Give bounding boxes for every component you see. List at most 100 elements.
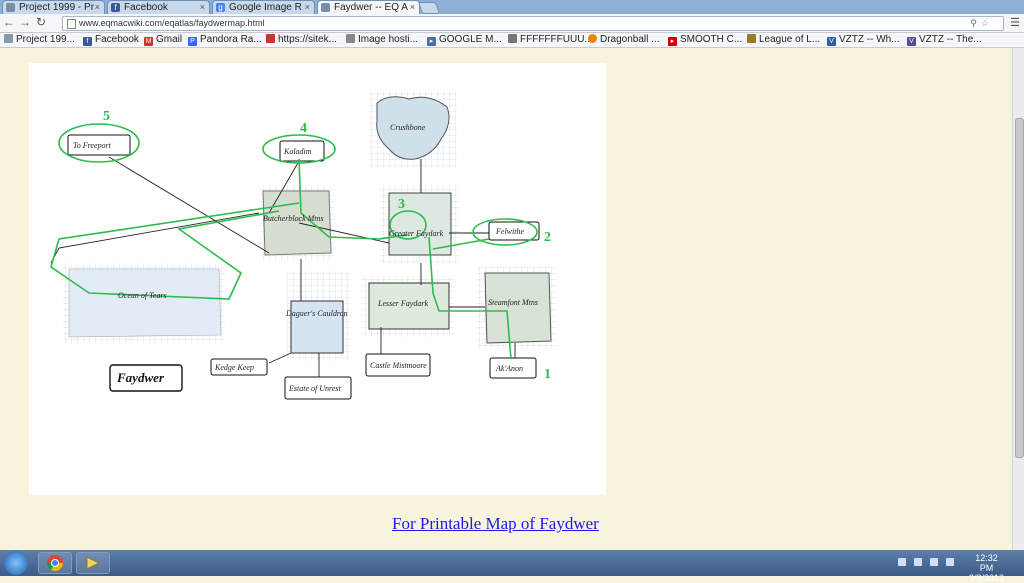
route-number-4: 4 bbox=[300, 121, 307, 136]
bookmark-label: VZTZ -- Wh... bbox=[839, 34, 900, 45]
bookmark-label: Image hosti... bbox=[358, 34, 419, 45]
bookmarks-bar: Project 199... f Facebook M Gmail P Pandora… bbox=[0, 33, 1024, 48]
zone-label-kedge-keep: Kedge Keep bbox=[214, 363, 254, 372]
tab-facebook[interactable]: f Facebook × bbox=[107, 0, 210, 14]
zone-label-crushbone: Crushbone bbox=[390, 123, 426, 132]
ball-icon bbox=[588, 34, 597, 43]
app-taskbar-button[interactable] bbox=[76, 552, 110, 574]
faydwer-map: Crushbone Kaladim To Freeport Butcherblo… bbox=[29, 63, 606, 495]
tab-label: Google Image R bbox=[229, 2, 302, 13]
app-icon bbox=[86, 556, 101, 570]
bookmark-label: Project 199... bbox=[16, 34, 75, 45]
bookmark-item[interactable]: Image hosti... bbox=[346, 33, 418, 47]
image-icon bbox=[346, 34, 355, 43]
clock-date: 2/8/2013 bbox=[968, 573, 1004, 583]
bookmark-item[interactable]: f Facebook bbox=[83, 33, 139, 47]
bookmark-label: Facebook bbox=[95, 34, 139, 45]
chrome-icon bbox=[46, 555, 64, 572]
route-number-1: 1 bbox=[544, 367, 551, 382]
close-icon[interactable]: × bbox=[410, 1, 415, 14]
bookmark-item[interactable]: M Gmail bbox=[144, 33, 182, 47]
bookmark-item[interactable]: ▸ SMOOTH C... bbox=[668, 33, 742, 47]
map-drawing: Crushbone Kaladim To Freeport Butcherblo… bbox=[50, 91, 557, 400]
arrow-icon: ▸ bbox=[427, 37, 436, 46]
bookmark-item[interactable]: Project 199... bbox=[4, 33, 75, 47]
crown-icon bbox=[747, 34, 756, 43]
tab-label: Project 1999 - Pr bbox=[19, 2, 95, 13]
zone-label-castle-mistmoore: Castle Mistmoore bbox=[370, 361, 427, 370]
bookmark-star-icon[interactable]: ☆ bbox=[981, 17, 989, 30]
bookmark-label: SMOOTH C... bbox=[680, 34, 743, 45]
pandora-icon: P bbox=[188, 37, 197, 46]
chrome-taskbar-button[interactable] bbox=[38, 552, 72, 574]
zone-label-ak-anon: Ak'Anon bbox=[495, 364, 523, 373]
reload-icon[interactable]: ↻ bbox=[34, 15, 48, 30]
face-icon bbox=[508, 34, 517, 43]
youtube-icon: ▸ bbox=[668, 37, 677, 46]
address-bar[interactable]: www.eqmacwiki.com/eqatlas/faydwermap.htm… bbox=[62, 16, 1004, 31]
zone-label-ocean-of-tears: Ocean of Tears bbox=[118, 291, 167, 300]
scrollbar-thumb[interactable] bbox=[1015, 118, 1024, 458]
zone-label-lesser-faydark: Lesser Faydark bbox=[377, 299, 428, 308]
browser-toolbar: ← → ↻ www.eqmacwiki.com/eqatlas/faydwerm… bbox=[0, 14, 1024, 33]
map-title: Faydwer bbox=[116, 370, 165, 385]
bookmark-label: Pandora Ra... bbox=[200, 34, 262, 45]
zone-label-estate-of-unrest: Estate of Unrest bbox=[288, 384, 341, 393]
bookmark-label: https://sitek... bbox=[278, 34, 337, 45]
bookmark-label: Gmail bbox=[156, 34, 183, 45]
bookmark-item[interactable]: P Pandora Ra... bbox=[188, 33, 262, 47]
zone-label-to-freeport: To Freeport bbox=[73, 141, 112, 150]
tab-project1999[interactable]: Project 1999 - Pr × bbox=[2, 0, 105, 14]
back-icon[interactable]: ← bbox=[2, 15, 16, 30]
close-icon[interactable]: × bbox=[95, 1, 100, 14]
zone-shape bbox=[68, 268, 222, 338]
wrench-icon[interactable]: ☰ bbox=[1010, 16, 1020, 29]
bookmark-item[interactable]: ▸ GOOGLE M... bbox=[427, 33, 502, 47]
tab-label: Faydwer -- EQ A bbox=[334, 2, 408, 13]
bookmark-item[interactable]: League of L... bbox=[747, 33, 820, 47]
page-icon bbox=[4, 34, 13, 43]
bookmark-label: VZTZ -- The... bbox=[919, 34, 982, 45]
close-icon[interactable]: × bbox=[200, 1, 205, 14]
close-icon[interactable]: × bbox=[305, 1, 310, 14]
route-number-3: 3 bbox=[398, 197, 405, 212]
bookmark-item[interactable]: V VZTZ -- Wh... bbox=[827, 33, 900, 47]
page-content: Crushbone Kaladim To Freeport Butcherblo… bbox=[0, 48, 1012, 550]
vztz-icon: V bbox=[827, 37, 836, 46]
bookmark-item[interactable]: FFFFFFFUUU... bbox=[508, 33, 593, 47]
tab-faydwer[interactable]: Faydwer -- EQ A × bbox=[317, 0, 420, 14]
tab-strip: Project 1999 - Pr × f Facebook × g Googl… bbox=[0, 0, 1024, 14]
network-icon[interactable] bbox=[914, 558, 922, 566]
bookmark-item[interactable]: V VZTZ -- The... bbox=[907, 33, 982, 47]
zone-label-butcherblock: Butcherblock Mtns bbox=[263, 214, 324, 223]
bookmark-label: League of L... bbox=[759, 34, 821, 45]
system-clock[interactable]: 12:32 PM 2/8/2013 bbox=[969, 553, 1004, 583]
volume-icon[interactable] bbox=[946, 558, 954, 566]
tray-arrow-icon[interactable] bbox=[898, 558, 906, 566]
zone-label-felwithe: Felwithe bbox=[495, 227, 524, 236]
monitor-icon[interactable] bbox=[930, 558, 938, 566]
zone-shape bbox=[484, 272, 552, 344]
new-tab-button[interactable] bbox=[417, 2, 441, 14]
bookmark-label: Dragonball ... bbox=[600, 34, 660, 45]
zone-label-kaladim: Kaladim bbox=[283, 147, 312, 156]
printable-map-link[interactable]: For Printable Map of Faydwer bbox=[392, 514, 599, 534]
bookmark-item[interactable]: Dragonball ... bbox=[588, 33, 659, 47]
facebook-icon: f bbox=[83, 37, 92, 46]
zone-label-daguers-cauldron: Daguer's Cauldron bbox=[285, 309, 348, 318]
page-icon bbox=[67, 19, 76, 29]
facebook-icon: f bbox=[111, 3, 120, 12]
vztz-icon: V bbox=[907, 37, 916, 46]
zone-label-greater-faydark: Greater Faydark bbox=[389, 229, 444, 238]
link-icon bbox=[266, 34, 275, 43]
start-button-icon[interactable] bbox=[4, 551, 28, 575]
forward-icon[interactable]: → bbox=[18, 15, 32, 30]
bookmark-item[interactable]: https://sitek... bbox=[266, 33, 337, 47]
vertical-scrollbar[interactable] bbox=[1012, 48, 1024, 550]
route-number-5: 5 bbox=[103, 109, 110, 124]
bookmark-label: GOOGLE M... bbox=[439, 34, 502, 45]
tab-google-image[interactable]: g Google Image R × bbox=[212, 0, 315, 14]
tab-label: Facebook bbox=[124, 2, 168, 13]
route-number-2: 2 bbox=[544, 230, 551, 245]
zoom-icon[interactable]: ⚲ bbox=[970, 17, 977, 30]
